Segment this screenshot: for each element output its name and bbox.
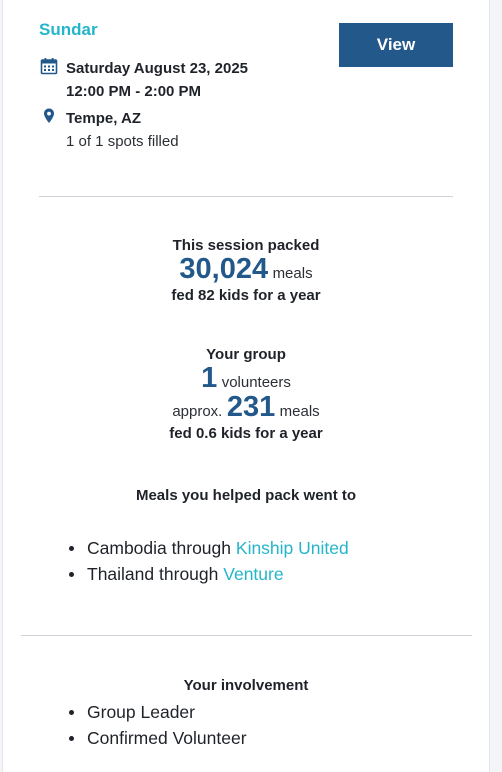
involvement-role: Confirmed Volunteer [87,728,247,748]
group-meals-unit: meals [279,403,320,420]
map-pin-icon [39,106,59,126]
bullet [69,572,74,577]
involvement-heading: Your involvement [183,677,309,694]
calendar-icon [39,56,59,76]
partner-link-venture[interactable]: Venture [223,564,283,584]
session-location: Tempe, AZ [66,110,142,127]
group-meals-count: 231 [226,391,276,423]
bullet [69,546,74,551]
session-date: Saturday August 23, 2025 [66,60,249,77]
group-volunteers-count: 1 [201,362,218,394]
group-impact: Your group 1 volunteers approx. 231 meal… [3,346,489,442]
involvement-list: Group Leader Confirmed Volunteer [65,699,247,751]
list-item: Cambodia through Kinship United [65,535,349,561]
session-impact: This session packed 30,024 meals fed 82 … [3,237,489,304]
date-row: Saturday August 23, 2025 12:00 PM - 2:00… [39,57,248,103]
destinations-heading-wrap: Meals you helped pack went to [3,487,489,504]
organization-name: Sundar [39,20,98,39]
divider [39,196,453,197]
session-meals-count: 30,024 [179,253,269,285]
list-item: Group Leader [65,699,247,725]
bullet [69,736,74,741]
group-fed-text: fed 0.6 kids for a year [169,425,323,442]
destination-country: Thailand [87,564,155,584]
list-item: Thailand through Venture [65,561,349,587]
group-impact-label: Your group [206,346,286,363]
divider [21,635,472,636]
spots-filled: 1 of 1 spots filled [66,133,179,150]
involvement-heading-wrap: Your involvement [3,677,489,694]
location-row: Tempe, AZ 1 of 1 spots filled [39,107,179,153]
destinations-heading: Meals you helped pack went to [135,487,357,504]
session-meals-unit: meals [272,265,313,282]
group-volunteers-unit: volunteers [221,374,291,391]
involvement-role: Group Leader [87,702,195,722]
approx-prefix: approx. [172,403,223,420]
destination-through: through [171,538,232,558]
destination-through: through [159,564,219,584]
bullet [69,710,74,715]
session-impact-label: This session packed [172,237,320,254]
destination-country: Cambodia [87,538,167,558]
session-fed-text: fed 82 kids for a year [171,287,321,304]
session-time: 12:00 PM - 2:00 PM [66,83,202,100]
destinations-list: Cambodia through Kinship United Thailand… [65,535,349,587]
partner-link-kinship-united[interactable]: Kinship United [236,538,349,558]
session-card: Sundar View Saturday August 23, 2025 12:… [2,0,490,772]
view-button[interactable]: View [339,23,453,67]
list-item: Confirmed Volunteer [65,725,247,751]
